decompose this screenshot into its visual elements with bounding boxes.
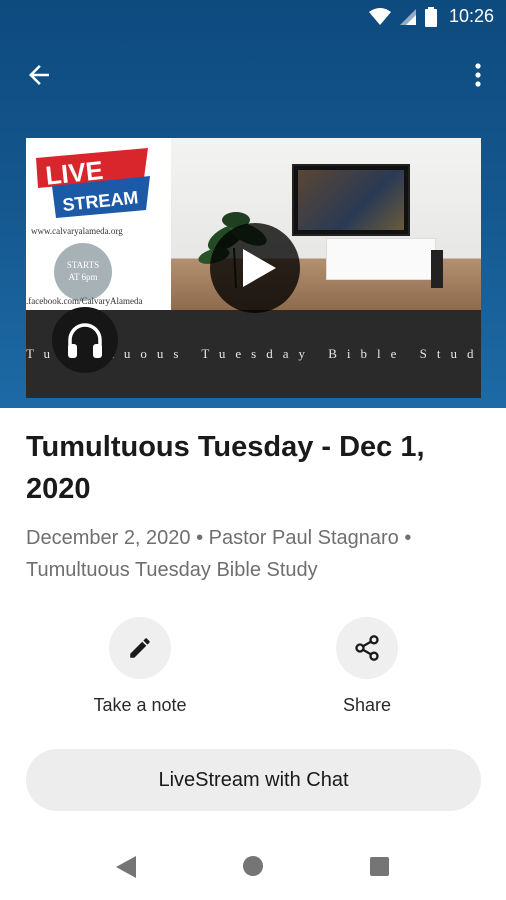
battery-icon (424, 6, 437, 27)
starts-line-2: AT 6pm (68, 272, 98, 282)
take-note-button[interactable] (109, 617, 171, 679)
cellular-signal-icon (399, 8, 416, 25)
tv-graphic (292, 164, 410, 236)
livestream-with-chat-button[interactable]: LiveStream with Chat (26, 749, 481, 811)
back-button[interactable] (24, 60, 54, 90)
pencil-icon (130, 638, 150, 658)
sermon-title: Tumultuous Tuesday - Dec 1, 2020 (26, 431, 425, 505)
promo-facebook-text: .facebook.com/CalvaryAlameda (26, 296, 143, 306)
status-time: 10:26 (448, 6, 494, 26)
starts-line-1: STARTS (66, 260, 100, 270)
nav-home-icon[interactable] (243, 856, 263, 876)
promo-url-text: www.calvaryalameda.org (31, 226, 123, 236)
livestream-promo-panel: LIVE STREAM www.calvaryalameda.org START… (26, 138, 171, 310)
livestream-logo: LIVE STREAM (36, 148, 150, 218)
nav-recents-icon[interactable] (370, 857, 389, 876)
system-navigation-bar (0, 834, 506, 900)
take-note-action[interactable]: Take a note (65, 617, 215, 716)
nav-back-icon[interactable] (116, 856, 136, 878)
arrow-back-icon (29, 65, 49, 85)
more-options-button[interactable] (472, 60, 484, 90)
starts-badge: STARTS AT 6pm (54, 243, 112, 301)
play-video-button[interactable] (210, 223, 300, 313)
share-button[interactable] (336, 617, 398, 679)
promo-live-text: LIVE (44, 155, 105, 191)
cabinet-graphic (326, 238, 436, 280)
play-icon (243, 249, 276, 287)
status-bar: 10:26 (0, 0, 506, 36)
wifi-icon (368, 7, 391, 25)
take-note-label: Take a note (93, 695, 187, 715)
app-bar (0, 52, 506, 96)
share-icon (355, 635, 379, 661)
share-label: Share (342, 695, 392, 715)
sermon-meta: December 2, 2020 • Pastor Paul Stagnaro … (26, 527, 412, 581)
more-vert-icon (475, 63, 481, 87)
play-audio-button[interactable] (52, 307, 118, 373)
speaker-graphic (431, 250, 443, 288)
share-action[interactable]: Share (292, 617, 442, 716)
headphones-icon (68, 323, 102, 358)
